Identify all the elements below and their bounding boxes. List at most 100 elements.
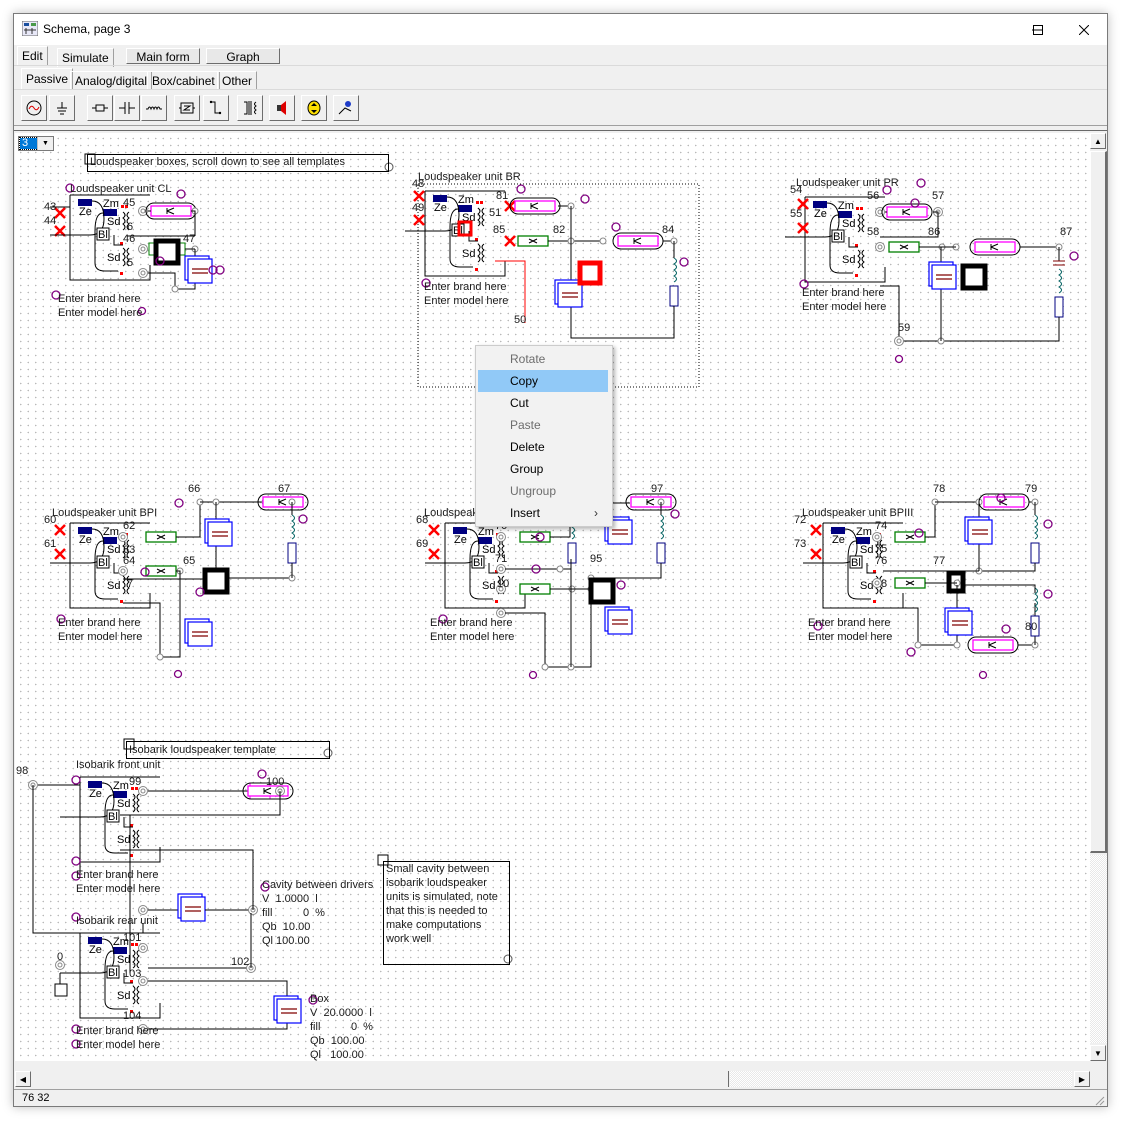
vertical-scroll-track[interactable] [1090, 855, 1107, 1043]
menu-item-delete[interactable]: Delete [478, 436, 608, 458]
scroll-up-button[interactable]: ▲ [1090, 133, 1106, 149]
menu-item-insert[interactable]: Insert › [478, 502, 608, 524]
ze-block [813, 201, 827, 208]
ze-wire [60, 938, 115, 974]
terminal-x-icon [413, 214, 425, 226]
brand-label: Enter brand here [58, 617, 141, 629]
capacitor-icon [119, 102, 135, 114]
junction-node [541, 663, 549, 671]
box-icon [931, 264, 957, 290]
handle-circle [1069, 251, 1079, 261]
gyrator-coil [857, 213, 865, 233]
vertical-scrollbar[interactable]: ▲ ▼ [1090, 133, 1107, 1061]
ground-icon [54, 983, 68, 997]
node-label: 101 [123, 932, 142, 944]
resistor-icon [287, 542, 297, 564]
node-label: 49 [412, 202, 425, 214]
wire-button[interactable] [203, 95, 229, 121]
tab-analog-digital[interactable]: Analog/digital [70, 71, 153, 90]
scroll-left-button[interactable]: ◀ [15, 1071, 31, 1087]
brand-label: Enter brand here [808, 617, 891, 629]
handle-circle [910, 198, 920, 208]
node-label: 79 [1025, 483, 1038, 495]
ground-button[interactable] [49, 95, 75, 121]
zm-block [113, 947, 127, 954]
model-label: Enter model here [58, 307, 143, 319]
wire [570, 241, 675, 339]
scroll-right-button[interactable]: ▶ [1074, 1071, 1090, 1087]
port-icon [262, 496, 304, 508]
level-icon [307, 100, 321, 116]
resistor-button[interactable] [87, 95, 113, 121]
node-label: 81 [496, 190, 509, 202]
bl-label: Bl [851, 557, 861, 569]
terminal-x-icon [54, 207, 66, 219]
graph-button[interactable]: Graph [206, 48, 280, 64]
model-label: Enter model here [430, 631, 515, 643]
horizontal-scrollbar[interactable]: ◀ ▶ [15, 1071, 1090, 1087]
speaker-button[interactable] [269, 95, 295, 121]
box-icon [947, 610, 973, 636]
pin-dot [476, 201, 479, 204]
box-icon [180, 896, 206, 922]
menu-item-ungroup[interactable]: Ungroup [478, 480, 608, 502]
node-label: 43 [44, 201, 57, 213]
handle-circle [894, 354, 904, 364]
horizontal-scroll-track[interactable] [730, 1071, 1072, 1087]
box-icon [607, 609, 633, 635]
terminal-node [138, 905, 148, 915]
cavity-fill: fill 0 % [262, 907, 325, 919]
bl-label: Bl [108, 967, 118, 979]
sd-label: Sd [107, 580, 120, 592]
zm-label: Zm [113, 780, 129, 792]
ac-source-button[interactable] [21, 95, 47, 121]
menu-item-rotate[interactable]: Rotate [478, 348, 608, 370]
wire-icon [209, 100, 222, 115]
sd-label: Sd [482, 544, 495, 556]
sd-label: Sd [842, 218, 855, 230]
tab-passive[interactable]: Passive [21, 68, 74, 89]
resize-grip-icon[interactable] [1093, 1094, 1105, 1106]
close-button[interactable] [1061, 14, 1107, 45]
unit-title: Loudspeaker unit BPI [52, 507, 158, 519]
cavity-qb: Qb 10.00 [262, 921, 311, 933]
maximize-button[interactable] [1015, 14, 1061, 45]
node-label: 48 [412, 178, 425, 190]
transformer-button[interactable] [237, 95, 263, 121]
submenu-arrow-icon: › [594, 506, 598, 520]
tab-other[interactable]: Other [217, 71, 258, 90]
handle-circle [679, 257, 689, 267]
isobarik-rear-title: Isobarik rear unit [76, 915, 158, 927]
model-label: Enter model here [802, 301, 887, 313]
note-line: units is simulated, note [386, 891, 498, 903]
brand-label: Enter brand here [430, 617, 513, 629]
tab-edit[interactable]: Edit [17, 46, 48, 65]
inductor-button[interactable] [141, 95, 167, 121]
terminal-x-icon [54, 524, 66, 536]
tab-box-cabinet[interactable]: Box/cabinet [147, 71, 220, 90]
horizontal-scroll-thumb[interactable] [32, 1071, 729, 1087]
junction-node [599, 237, 607, 245]
capacitor-button[interactable] [114, 95, 140, 121]
impedance-button[interactable] [174, 95, 200, 121]
vertical-scroll-thumb[interactable] [1090, 151, 1107, 853]
menu-item-copy[interactable]: Copy [478, 370, 608, 392]
menu-item-paste[interactable]: Paste [478, 414, 608, 436]
node-label: 64 [123, 555, 136, 567]
zm-block [103, 537, 117, 544]
acoustic-mass-icon [153, 238, 181, 266]
menu-item-group[interactable]: Group [478, 458, 608, 480]
main-form-button[interactable]: Main form [126, 48, 200, 64]
resistor-icon [656, 542, 666, 564]
schematic-canvas[interactable]: 3 ▼ Ze Zm Bl Sd Sd Ze Zm Bl Sd Sd Ze Zm Bl Sd Sd Ze Zm Bl… [15, 133, 1090, 1061]
handle-circle [916, 178, 926, 188]
node-label: 51 [489, 207, 502, 219]
menu-item-cut[interactable]: Cut [478, 392, 608, 414]
level-button[interactable] [301, 95, 327, 121]
note-top-text: Loudspeaker boxes, scroll down to see al… [90, 156, 345, 168]
terminal-node [496, 532, 506, 542]
probe-button[interactable] [333, 95, 359, 121]
scroll-down-button[interactable]: ▼ [1090, 1045, 1106, 1061]
pin-dot [480, 201, 483, 204]
gyrator-coil [132, 829, 140, 849]
